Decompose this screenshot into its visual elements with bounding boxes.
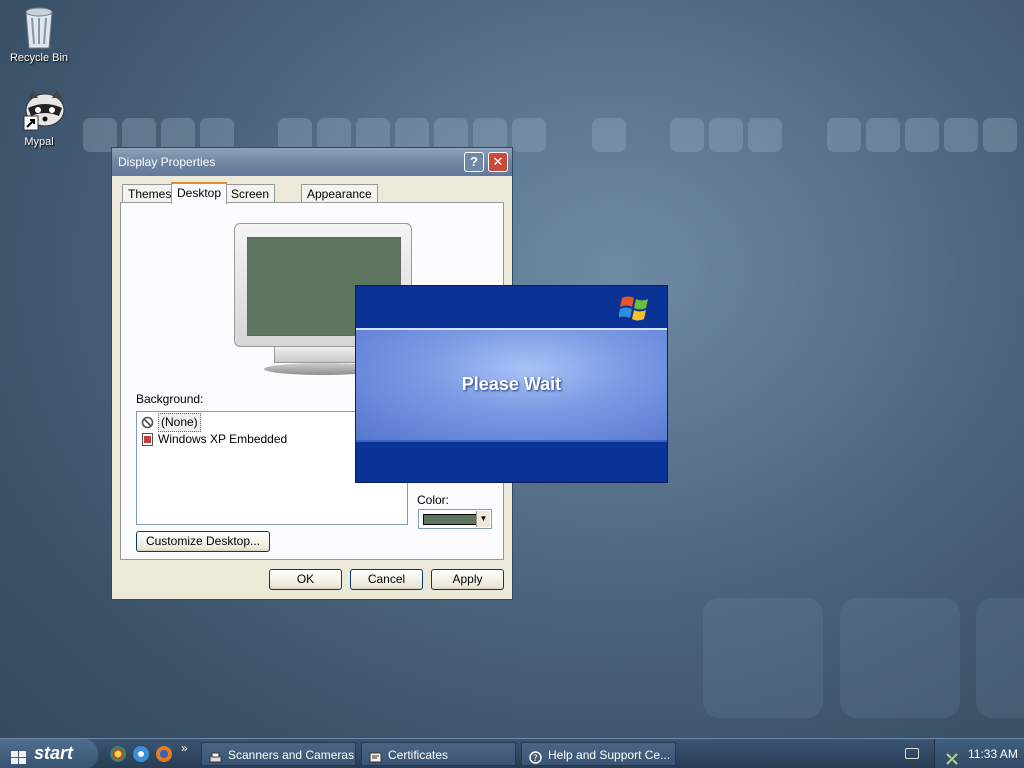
customize-desktop-button[interactable]: Customize Desktop... xyxy=(136,531,270,552)
chevron-down-icon: ▼ xyxy=(476,511,490,527)
task-label: Help and Support Ce... xyxy=(548,748,671,762)
chrome-icon[interactable] xyxy=(110,746,126,762)
close-button[interactable]: ✕ xyxy=(488,152,508,172)
color-picker[interactable]: ▼ xyxy=(418,509,492,529)
recycle-bin-icon xyxy=(19,4,59,49)
tab-screen-saver[interactable]: Screen Saver xyxy=(225,184,276,219)
apply-button[interactable]: Apply xyxy=(431,569,504,590)
windows-logo-icon xyxy=(10,746,28,764)
quick-launch-more-icon[interactable]: » xyxy=(181,741,188,755)
tab-themes[interactable]: Themes xyxy=(122,184,178,203)
list-item-label: Windows XP Embedded xyxy=(158,432,288,446)
cancel-button[interactable]: Cancel xyxy=(350,569,423,590)
ok-button[interactable]: OK xyxy=(269,569,342,590)
none-icon xyxy=(141,416,154,429)
background-label: Background: xyxy=(136,392,204,406)
svg-text:?: ? xyxy=(533,754,538,764)
close-icon: ✕ xyxy=(492,154,504,169)
network-icon[interactable] xyxy=(945,747,959,768)
tab-appearance[interactable]: Appearance xyxy=(301,184,378,203)
raccoon-browser-icon xyxy=(19,88,65,132)
list-item-label: (None) xyxy=(158,413,201,432)
keyboard-icon[interactable] xyxy=(905,748,919,759)
task-label: Scanners and Cameras xyxy=(228,748,355,762)
color-label: Color: xyxy=(417,493,450,507)
start-label: start xyxy=(34,743,74,763)
desktop-icon-label: Mypal xyxy=(24,136,54,148)
help-icon: ? xyxy=(529,748,542,764)
task-scanners-and-cameras[interactable]: Scanners and Cameras xyxy=(201,742,356,766)
windows-logo-icon xyxy=(618,293,653,323)
color-swatch xyxy=(423,514,477,525)
tab-desktop[interactable]: Desktop xyxy=(171,182,228,204)
certificate-icon xyxy=(369,748,382,763)
firefox-icon[interactable] xyxy=(156,746,172,762)
scanner-icon xyxy=(209,748,222,763)
task-help-and-support[interactable]: ? Help and Support Ce... xyxy=(521,742,676,766)
start-button[interactable]: start xyxy=(0,739,98,768)
title-bar[interactable]: Display Properties ? ✕ xyxy=(112,148,512,176)
please-wait-dialog: Please Wait xyxy=(355,285,668,483)
internet-explorer-icon[interactable] xyxy=(133,746,149,762)
task-certificates[interactable]: Certificates xyxy=(361,742,516,766)
taskbar: start » Scanners and Cameras Certificate… xyxy=(0,738,1024,768)
window-title: Display Properties xyxy=(118,155,216,169)
please-wait-message: Please Wait xyxy=(461,374,562,394)
recycle-bin-shortcut[interactable]: Recycle Bin xyxy=(3,4,75,64)
task-label: Certificates xyxy=(388,748,449,762)
clock[interactable]: 11:33 AM xyxy=(968,739,1018,768)
image-file-icon xyxy=(141,433,154,446)
desktop-icon-label: Recycle Bin xyxy=(9,52,69,64)
system-tray: 11:33 AM xyxy=(934,739,1024,768)
help-button[interactable]: ? xyxy=(464,152,484,172)
help-icon: ? xyxy=(470,154,478,169)
mypal-shortcut[interactable]: Mypal xyxy=(3,88,75,148)
